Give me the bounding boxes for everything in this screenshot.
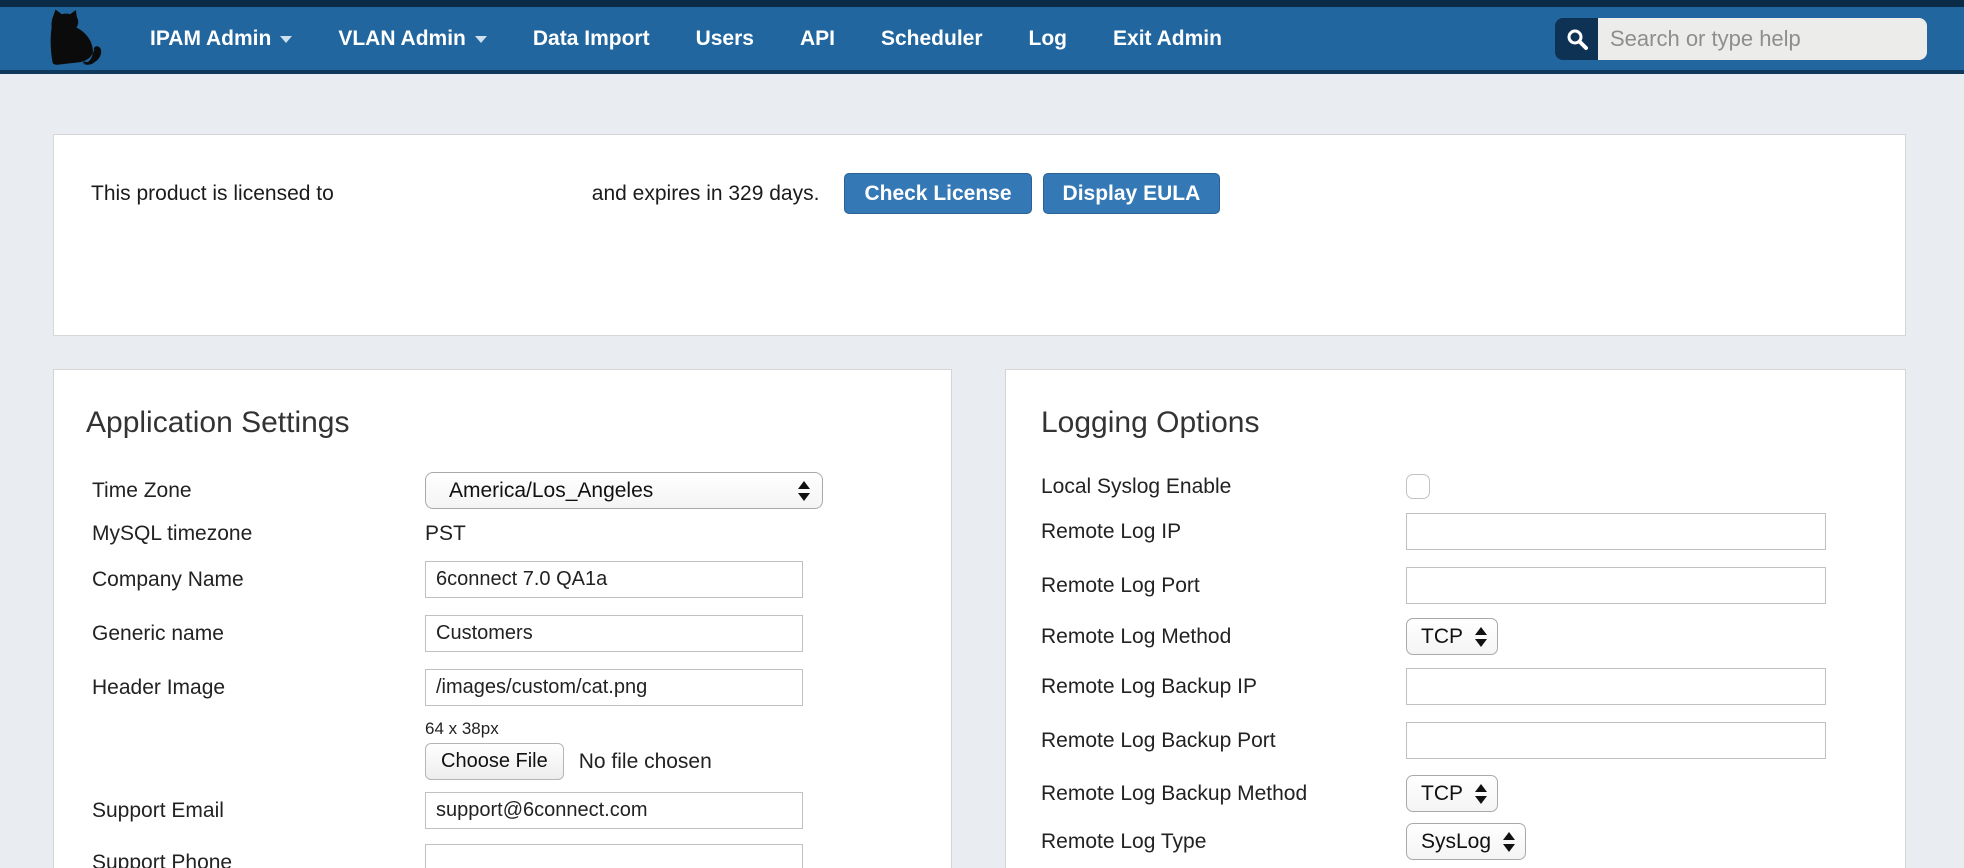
remote-log-method-select[interactable]: TCP — [1406, 618, 1498, 655]
time-zone-label: Time Zone — [92, 479, 425, 503]
header-image-input[interactable] — [425, 669, 803, 706]
search-icon-box[interactable] — [1555, 18, 1598, 60]
application-settings-title: Application Settings — [86, 406, 350, 440]
support-phone-label: Support Phone — [92, 851, 425, 868]
time-zone-select[interactable]: America/Los_Angeles — [425, 472, 823, 509]
company-name-row: Company Name — [92, 561, 803, 598]
remote-log-port-label: Remote Log Port — [1041, 574, 1406, 598]
nav-item-label: Exit Admin — [1113, 5, 1222, 72]
remote-log-backup-port-label: Remote Log Backup Port — [1041, 729, 1406, 753]
display-eula-button[interactable]: Display EULA — [1043, 173, 1221, 214]
nav-item-api[interactable]: API — [777, 5, 858, 72]
nav-item-log[interactable]: Log — [1006, 5, 1090, 72]
remote-log-backup-port-input[interactable] — [1406, 722, 1826, 759]
remote-log-backup-ip-input[interactable] — [1406, 668, 1826, 705]
time-zone-row: Time Zone America/Los_Angeles — [92, 472, 823, 509]
mysql-timezone-row: MySQL timezone PST — [92, 515, 466, 552]
nav-item-ipam-admin[interactable]: IPAM Admin — [127, 5, 315, 72]
remote-log-type-row: Remote Log Type SysLog — [1041, 823, 1526, 860]
nav-item-label: Log — [1029, 5, 1067, 72]
search-icon — [1565, 27, 1589, 51]
license-intro-text: This product is licensed to — [91, 182, 334, 206]
select-updown-icon — [798, 481, 810, 501]
generic-name-label: Generic name — [92, 622, 425, 646]
nav-item-data-import[interactable]: Data Import — [510, 5, 673, 72]
nav-items: IPAM Admin VLAN Admin Data Import Users … — [127, 5, 1245, 72]
mysql-timezone-label: MySQL timezone — [92, 522, 425, 546]
support-email-label: Support Email — [92, 799, 425, 823]
logging-options-card: Logging Options Local Syslog Enable Remo… — [1005, 369, 1906, 868]
nav-item-label: Data Import — [533, 5, 650, 72]
remote-log-port-input[interactable] — [1406, 567, 1826, 604]
check-license-button[interactable]: Check License — [844, 173, 1031, 214]
remote-log-method-row: Remote Log Method TCP — [1041, 618, 1498, 655]
time-zone-selected-value: America/Los_Angeles — [449, 479, 653, 503]
remote-log-backup-ip-label: Remote Log Backup IP — [1041, 675, 1406, 699]
generic-name-input[interactable] — [425, 615, 803, 652]
image-size-hint-row: 64 x 38px — [92, 715, 499, 743]
support-email-input[interactable] — [425, 792, 803, 829]
remote-log-backup-ip-row: Remote Log Backup IP — [1041, 668, 1826, 705]
company-name-input[interactable] — [425, 561, 803, 598]
nav-item-label: API — [800, 5, 835, 72]
support-phone-input[interactable] — [425, 844, 803, 868]
nav-item-exit-admin[interactable]: Exit Admin — [1090, 5, 1245, 72]
header-image-row: Header Image — [92, 669, 803, 706]
local-syslog-row: Local Syslog Enable — [1041, 468, 1430, 505]
remote-log-type-value: SysLog — [1421, 830, 1491, 854]
remote-log-type-label: Remote Log Type — [1041, 830, 1406, 854]
remote-log-backup-method-label: Remote Log Backup Method — [1041, 782, 1406, 806]
cat-logo[interactable] — [36, 8, 108, 72]
remote-log-port-row: Remote Log Port — [1041, 567, 1826, 604]
remote-log-backup-method-value: TCP — [1421, 782, 1463, 806]
generic-name-row: Generic name — [92, 615, 803, 652]
nav-item-users[interactable]: Users — [673, 5, 777, 72]
choose-file-button[interactable]: Choose File — [425, 743, 564, 780]
remote-log-backup-method-select[interactable]: TCP — [1406, 775, 1498, 812]
remote-log-backup-method-row: Remote Log Backup Method TCP — [1041, 775, 1498, 812]
license-panel: This product is licensed to and expires … — [53, 134, 1906, 336]
nav-item-label: Scheduler — [881, 5, 983, 72]
header-image-label: Header Image — [92, 676, 425, 700]
company-name-label: Company Name — [92, 568, 425, 592]
logging-options-title: Logging Options — [1041, 406, 1260, 440]
mysql-timezone-value: PST — [425, 522, 466, 546]
admin-search — [1555, 18, 1927, 60]
file-status-text: No file chosen — [579, 750, 712, 774]
support-phone-row: Support Phone — [92, 844, 803, 868]
remote-log-type-select[interactable]: SysLog — [1406, 823, 1526, 860]
select-updown-icon — [1475, 627, 1487, 647]
nav-item-label: VLAN Admin — [338, 5, 466, 72]
local-syslog-checkbox[interactable] — [1406, 474, 1430, 499]
support-email-row: Support Email — [92, 792, 803, 829]
main-navbar: IPAM Admin VLAN Admin Data Import Users … — [0, 7, 1964, 74]
remote-log-ip-row: Remote Log IP — [1041, 513, 1826, 550]
nav-item-label: IPAM Admin — [150, 5, 271, 72]
remote-log-method-label: Remote Log Method — [1041, 625, 1406, 649]
license-expiry-text: and expires in 329 days. — [592, 182, 820, 206]
select-updown-icon — [1503, 832, 1515, 852]
nav-item-label: Users — [696, 5, 754, 72]
nav-item-scheduler[interactable]: Scheduler — [858, 5, 1006, 72]
caret-down-icon — [475, 36, 487, 43]
license-row: This product is licensed to and expires … — [54, 173, 1905, 214]
nav-item-vlan-admin[interactable]: VLAN Admin — [315, 5, 510, 72]
remote-log-backup-port-row: Remote Log Backup Port — [1041, 722, 1826, 759]
application-settings-card: Application Settings Time Zone America/L… — [53, 369, 952, 868]
select-updown-icon — [1475, 784, 1487, 804]
caret-down-icon — [280, 36, 292, 43]
search-input[interactable] — [1598, 18, 1927, 60]
image-size-hint: 64 x 38px — [425, 719, 499, 739]
remote-log-ip-label: Remote Log IP — [1041, 520, 1406, 544]
remote-log-ip-input[interactable] — [1406, 513, 1826, 550]
file-chooser-row: Choose File No file chosen — [92, 743, 712, 780]
remote-log-method-value: TCP — [1421, 625, 1463, 649]
local-syslog-label: Local Syslog Enable — [1041, 475, 1406, 499]
